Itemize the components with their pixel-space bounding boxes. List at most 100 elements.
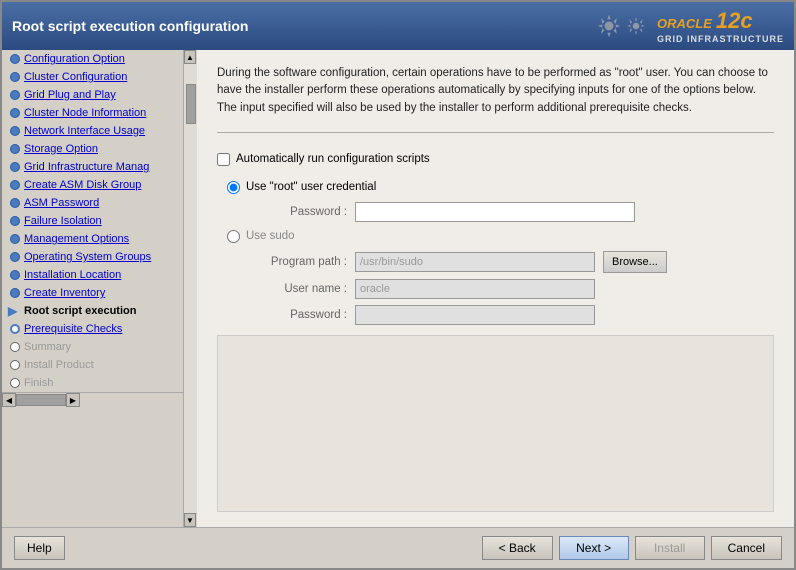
- back-button[interactable]: < Back: [482, 536, 553, 560]
- sidebar-label-network-interface: Network Interface Usage: [24, 125, 145, 137]
- bullet-summary: [10, 342, 20, 352]
- sidebar-item-asm-disk-group[interactable]: Create ASM Disk Group: [2, 176, 183, 194]
- description-text: During the software configuration, certa…: [217, 65, 774, 117]
- scroll-up-button[interactable]: ▲: [184, 50, 196, 64]
- bullet-prerequisite-checks: [10, 324, 20, 334]
- gear-icons: [595, 12, 647, 40]
- sidebar-label-asm-password: ASM Password: [24, 197, 99, 209]
- sidebar-item-install-product: Install Product: [2, 356, 183, 374]
- sidebar-label-create-inventory: Create Inventory: [24, 287, 105, 299]
- radio-root-label[interactable]: Use "root" user credential: [246, 181, 376, 193]
- sudo-username-label: User name :: [257, 283, 347, 295]
- sidebar-item-installation-location[interactable]: Installation Location: [2, 266, 183, 284]
- sidebar-item-grid-infra-manage[interactable]: Grid Infrastructure Manag: [2, 158, 183, 176]
- sidebar-label-grid-plug-play: Grid Plug and Play: [24, 89, 116, 101]
- install-button: Install: [635, 536, 705, 560]
- sidebar-label-grid-infra-manage: Grid Infrastructure Manag: [24, 161, 149, 173]
- root-password-row: Password :: [257, 202, 774, 222]
- sudo-password-row: Password :: [257, 305, 774, 325]
- radio-sudo-label[interactable]: Use sudo: [246, 230, 295, 242]
- sudo-fields: Program path : Browse... User name : Pas…: [257, 251, 774, 325]
- main-window: Root script execution configuration ORAC…: [0, 0, 796, 570]
- content-panel: During the software configuration, certa…: [197, 50, 794, 527]
- bullet-storage-option: [10, 144, 20, 154]
- sidebar-item-failure-isolation[interactable]: Failure Isolation: [2, 212, 183, 230]
- sidebar-label-asm-disk-group: Create ASM Disk Group: [24, 179, 141, 191]
- vertical-scroll-thumb[interactable]: [186, 84, 196, 124]
- bullet-installation-location: [10, 270, 20, 280]
- sudo-password-input[interactable]: [355, 305, 595, 325]
- bullet-install-product: [10, 360, 20, 370]
- horizontal-scrollbar[interactable]: ◀ ▶: [2, 392, 183, 406]
- root-password-label: Password :: [257, 206, 347, 218]
- sidebar-vertical-scrollbar[interactable]: ▲ ▼: [183, 50, 197, 527]
- sidebar-item-os-groups[interactable]: Operating System Groups: [2, 248, 183, 266]
- sidebar-item-configuration-option[interactable]: Configuration Option: [2, 50, 183, 68]
- bullet-os-groups: [10, 252, 20, 262]
- sidebar-item-asm-password[interactable]: ASM Password: [2, 194, 183, 212]
- sidebar-label-summary: Summary: [24, 341, 71, 353]
- horizontal-scroll-thumb[interactable]: [16, 394, 66, 406]
- active-arrow-icon: ▶: [8, 304, 17, 318]
- sidebar: Configuration Option Cluster Configurati…: [2, 50, 183, 527]
- sudo-program-input[interactable]: [355, 252, 595, 272]
- sudo-username-input[interactable]: [355, 279, 595, 299]
- bullet-network-interface: [10, 126, 20, 136]
- sidebar-item-create-inventory[interactable]: Create Inventory: [2, 284, 183, 302]
- sidebar-item-storage-option[interactable]: Storage Option: [2, 140, 183, 158]
- bullet-grid-infra-manage: [10, 162, 20, 172]
- bullet-cluster-configuration: [10, 72, 20, 82]
- sidebar-item-cluster-configuration[interactable]: Cluster Configuration: [2, 68, 183, 86]
- main-content: Configuration Option Cluster Configurati…: [2, 50, 794, 527]
- sidebar-item-grid-plug-play[interactable]: Grid Plug and Play: [2, 86, 183, 104]
- browse-button[interactable]: Browse...: [603, 251, 667, 273]
- sidebar-item-finish: Finish: [2, 374, 183, 392]
- scroll-track: [184, 64, 197, 513]
- root-password-input[interactable]: [355, 202, 635, 222]
- sidebar-item-network-interface[interactable]: Network Interface Usage: [2, 122, 183, 140]
- footer-buttons: < Back Next > Install Cancel: [482, 536, 782, 560]
- sidebar-label-management-options: Management Options: [24, 233, 129, 245]
- bullet-grid-plug-play: [10, 90, 20, 100]
- scroll-right-button[interactable]: ▶: [66, 393, 80, 407]
- bullet-failure-isolation: [10, 216, 20, 226]
- sudo-program-label: Program path :: [257, 256, 347, 268]
- help-button[interactable]: Help: [14, 536, 65, 560]
- sidebar-wrapper: Configuration Option Cluster Configurati…: [2, 50, 197, 527]
- sidebar-label-storage-option: Storage Option: [24, 143, 98, 155]
- scroll-down-button[interactable]: ▼: [184, 513, 196, 527]
- sudo-password-label: Password :: [257, 309, 347, 321]
- version-number: 12c: [716, 8, 753, 34]
- sudo-username-row: User name :: [257, 279, 774, 299]
- cancel-button[interactable]: Cancel: [711, 536, 782, 560]
- sidebar-item-cluster-node-info[interactable]: Cluster Node Information: [2, 104, 183, 122]
- product-name: GRID INFRASTRUCTURE: [657, 34, 784, 44]
- sidebar-label-os-groups: Operating System Groups: [24, 251, 151, 263]
- auto-run-checkbox[interactable]: [217, 153, 230, 166]
- sidebar-label-failure-isolation: Failure Isolation: [24, 215, 102, 227]
- gear-icon-large: [595, 12, 623, 40]
- bullet-finish: [10, 378, 20, 388]
- auto-run-label[interactable]: Automatically run configuration scripts: [236, 153, 430, 165]
- sidebar-label-cluster-configuration: Cluster Configuration: [24, 71, 127, 83]
- next-button[interactable]: Next >: [559, 536, 629, 560]
- sidebar-label-installation-location: Installation Location: [24, 269, 121, 281]
- bottom-section: [217, 335, 774, 512]
- sidebar-item-prerequisite-checks[interactable]: Prerequisite Checks: [2, 320, 183, 338]
- radio-root[interactable]: [227, 181, 240, 194]
- sidebar-label-prerequisite-checks: Prerequisite Checks: [24, 323, 122, 335]
- root-password-fields: Password :: [257, 202, 774, 222]
- bullet-cluster-node-info: [10, 108, 20, 118]
- sidebar-label-install-product: Install Product: [24, 359, 94, 371]
- bullet-asm-disk-group: [10, 180, 20, 190]
- gear-icon-small: [625, 15, 647, 37]
- sidebar-item-management-options[interactable]: Management Options: [2, 230, 183, 248]
- sidebar-item-root-script-execution[interactable]: ▶ Root script execution: [2, 302, 183, 320]
- radio-sudo[interactable]: [227, 230, 240, 243]
- scroll-left-button[interactable]: ◀: [2, 393, 16, 407]
- sidebar-item-summary: Summary: [2, 338, 183, 356]
- radio-group: Use "root" user credential Password : Us…: [227, 181, 774, 325]
- sudo-program-row: Program path : Browse...: [257, 251, 774, 273]
- title-bar: Root script execution configuration ORAC…: [2, 2, 794, 50]
- window-title: Root script execution configuration: [12, 18, 248, 34]
